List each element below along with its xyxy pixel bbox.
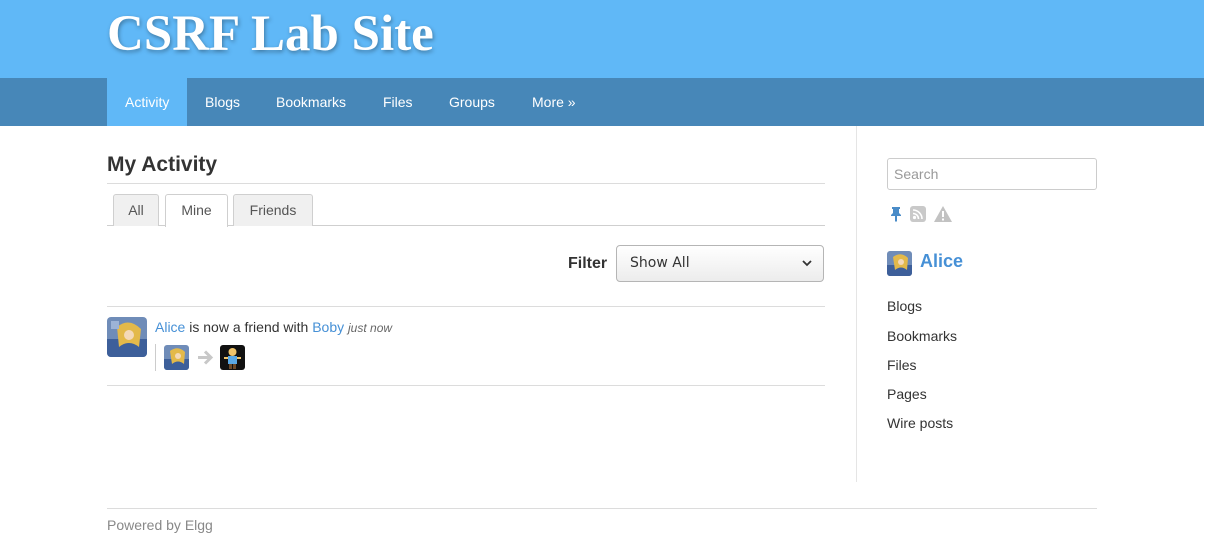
chevron-down-icon <box>801 246 813 295</box>
rss-icon[interactable] <box>909 205 927 223</box>
page-title: My Activity <box>107 153 218 176</box>
sidebar-item-files[interactable]: Files <box>887 357 917 373</box>
sidebar-item-pages[interactable]: Pages <box>887 386 927 402</box>
nav-item-groups[interactable]: Groups <box>431 78 513 126</box>
sidebar-item-blogs[interactable]: Blogs <box>887 298 922 314</box>
arrow-right-icon <box>196 345 214 377</box>
nav-item-files[interactable]: Files <box>365 78 431 126</box>
friend-avatar-small[interactable] <box>220 345 245 370</box>
activity-verb: is now a friend with <box>189 319 309 335</box>
attachment-divider <box>155 344 156 371</box>
nav-item-bookmarks[interactable]: Bookmarks <box>258 78 364 126</box>
actor-link[interactable]: Alice <box>155 319 185 335</box>
tab-mine[interactable]: Mine <box>165 194 228 227</box>
search-input[interactable] <box>887 158 1097 190</box>
site-title[interactable]: CSRF Lab Site <box>107 4 434 64</box>
pin-icon[interactable] <box>887 205 905 223</box>
actor-avatar-small[interactable] <box>164 345 189 370</box>
main-nav: Activity Blogs Bookmarks Files Groups Mo… <box>0 78 1204 126</box>
sidebar-item-wire-posts[interactable]: Wire posts <box>887 415 953 431</box>
warning-icon[interactable] <box>933 205 952 223</box>
activity-time: just now <box>348 321 393 335</box>
nav-item-blogs[interactable]: Blogs <box>187 78 258 126</box>
filter-label: Filter <box>568 255 608 272</box>
footer-divider <box>107 508 1097 509</box>
tab-friends[interactable]: Friends <box>233 194 313 226</box>
nav-item-activity[interactable]: Activity <box>107 78 187 126</box>
actor-avatar[interactable] <box>107 317 147 357</box>
tab-all[interactable]: All <box>113 194 159 226</box>
owner-avatar[interactable] <box>887 251 912 276</box>
heading-divider <box>107 183 825 184</box>
sidebar-divider <box>856 126 857 482</box>
nav-item-more[interactable]: More » <box>514 78 594 126</box>
filter-select[interactable]: Show All <box>616 245 824 282</box>
owner-name-link[interactable]: Alice <box>920 251 963 272</box>
filter-selected-value: Show All <box>630 255 690 271</box>
activity-list-bottom-border <box>107 385 825 386</box>
object-link[interactable]: Boby <box>312 319 344 335</box>
footer-powered-by[interactable]: Powered by Elgg <box>107 517 213 533</box>
site-header: CSRF Lab Site <box>0 0 1204 78</box>
activity-list-top-border <box>107 306 825 307</box>
sidebar-item-bookmarks[interactable]: Bookmarks <box>887 328 957 344</box>
activity-summary: Alice is now a friend with Boby just now <box>155 319 392 335</box>
